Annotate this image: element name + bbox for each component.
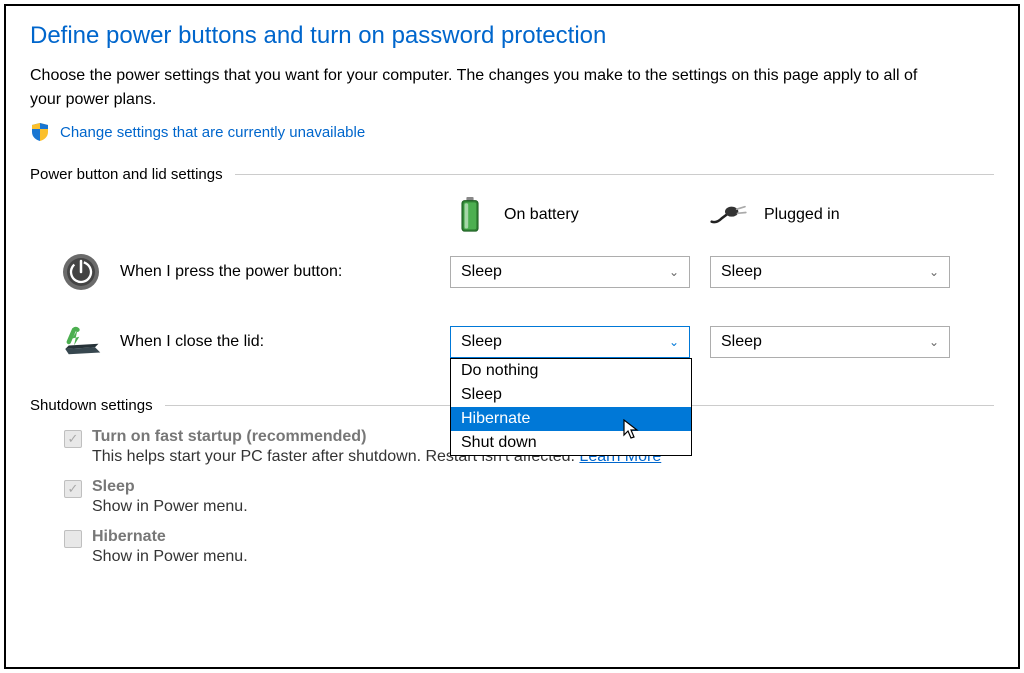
dropdown-option-sleep[interactable]: Sleep [451,383,691,407]
laptop-lid-icon [60,321,102,363]
dropdown-value: Sleep [721,263,762,281]
divider [235,174,994,175]
sleep-title: Sleep [92,478,994,496]
dropdown-option-do-nothing[interactable]: Do nothing [451,359,691,383]
col-battery-label: On battery [504,206,579,224]
change-settings-link[interactable]: Change settings that are currently unava… [60,124,365,141]
chevron-down-icon: ⌄ [929,265,939,279]
section-power-lid-label: Power button and lid settings [30,166,223,183]
sleep-desc: Show in Power menu. [92,498,994,516]
page-title: Define power buttons and turn on passwor… [30,22,994,50]
hibernate-checkbox[interactable] [64,530,82,548]
dropdown-option-hibernate[interactable]: Hibernate [451,407,691,431]
power-button-label: When I press the power button: [120,263,342,281]
dropdown-value: Sleep [461,333,502,351]
battery-icon [450,197,490,233]
chevron-down-icon: ⌄ [929,335,939,349]
chevron-down-icon: ⌄ [669,265,679,279]
page-description: Choose the power settings that you want … [30,64,950,112]
close-lid-battery-dropdown[interactable]: Sleep ⌄ Do nothing Sleep Hibernate Shut … [450,326,690,358]
dropdown-value: Sleep [721,333,762,351]
power-button-plugged-dropdown[interactable]: Sleep ⌄ [710,256,950,288]
plug-icon [710,197,750,233]
section-shutdown-label: Shutdown settings [30,397,153,414]
power-options-panel: Define power buttons and turn on passwor… [4,4,1020,669]
col-plugged-label: Plugged in [764,206,840,224]
close-lid-plugged-dropdown[interactable]: Sleep ⌄ [710,326,950,358]
hibernate-desc: Show in Power menu. [92,548,994,566]
fast-startup-checkbox[interactable]: ✓ [64,430,82,448]
close-lid-label: When I close the lid: [120,333,264,351]
hibernate-title: Hibernate [92,528,994,546]
sleep-checkbox[interactable]: ✓ [64,480,82,498]
dropdown-list: Do nothing Sleep Hibernate Shut down [450,358,692,456]
power-button-battery-dropdown[interactable]: Sleep ⌄ [450,256,690,288]
power-button-icon [60,251,102,293]
chevron-down-icon: ⌄ [669,335,679,349]
dropdown-option-shut-down[interactable]: Shut down [451,431,691,455]
dropdown-value: Sleep [461,263,502,281]
uac-shield-icon [30,122,50,142]
